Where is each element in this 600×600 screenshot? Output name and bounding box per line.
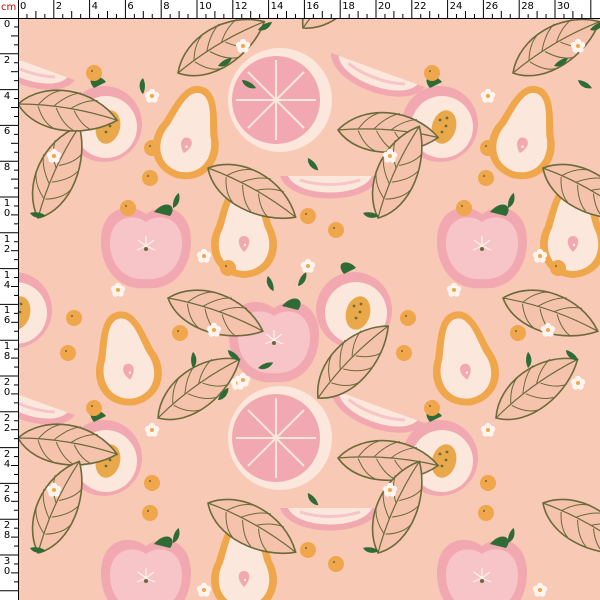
horizontal-ruler-ticks [17,0,592,18]
grapefruit-slice [227,47,333,153]
top-ruler-label: 12 [234,1,248,12]
top-ruler-label: 18 [342,1,355,12]
left-ruler-label: 2 [3,54,11,66]
top-ruler-label: 4 [91,1,98,12]
left-ruler-label: 12 [3,233,11,255]
left-ruler-label: 14 [3,269,11,291]
apple-half [100,203,192,289]
top-ruler-label: 10 [199,1,212,12]
pattern-tile [18,18,600,600]
left-ruler-label: 28 [3,520,11,542]
top-ruler-label: 26 [485,1,499,12]
left-ruler-label: 30 [3,556,11,577]
left-ruler-label: 16 [3,305,11,327]
fruit-pattern [18,18,600,600]
left-ruler-label: 10 [3,198,11,219]
vertical-ruler-ticks [0,17,18,592]
left-ruler-label: 8 [3,162,11,174]
left-ruler-label: 6 [3,126,11,138]
top-ruler-label: 6 [127,1,134,12]
vertical-ruler [0,0,19,600]
top-ruler-label: 30 [557,1,570,12]
top-ruler-label: 20 [378,1,391,12]
left-ruler-label: 26 [3,484,11,506]
fabric-preview: cm 0 2 4 6 8 10 12 14 16 18 20 22 24 26 28 30 0 2 4 6 8 1 0 1 2 1… [0,0,600,600]
top-ruler-label: 28 [521,1,534,12]
horizontal-ruler [0,0,600,19]
top-ruler-label: 24 [449,1,463,12]
left-ruler-label: 18 [3,341,11,363]
left-ruler-label: 20 [3,377,11,398]
ruler-unit-label: cm [1,2,17,13]
top-ruler-label: 2 [55,1,63,12]
left-ruler-label: 4 [3,90,11,102]
top-ruler-label: 0 [20,1,27,12]
top-ruler-label: 14 [270,1,284,12]
left-ruler-label: 24 [3,448,11,470]
top-ruler-label: 8 [163,1,170,12]
top-ruler-label: 16 [306,1,320,12]
left-ruler-label: 0 [3,19,11,30]
top-ruler-label: 22 [413,1,427,12]
ruler-corner: cm [0,0,19,19]
left-ruler-label: 22 [3,412,11,434]
